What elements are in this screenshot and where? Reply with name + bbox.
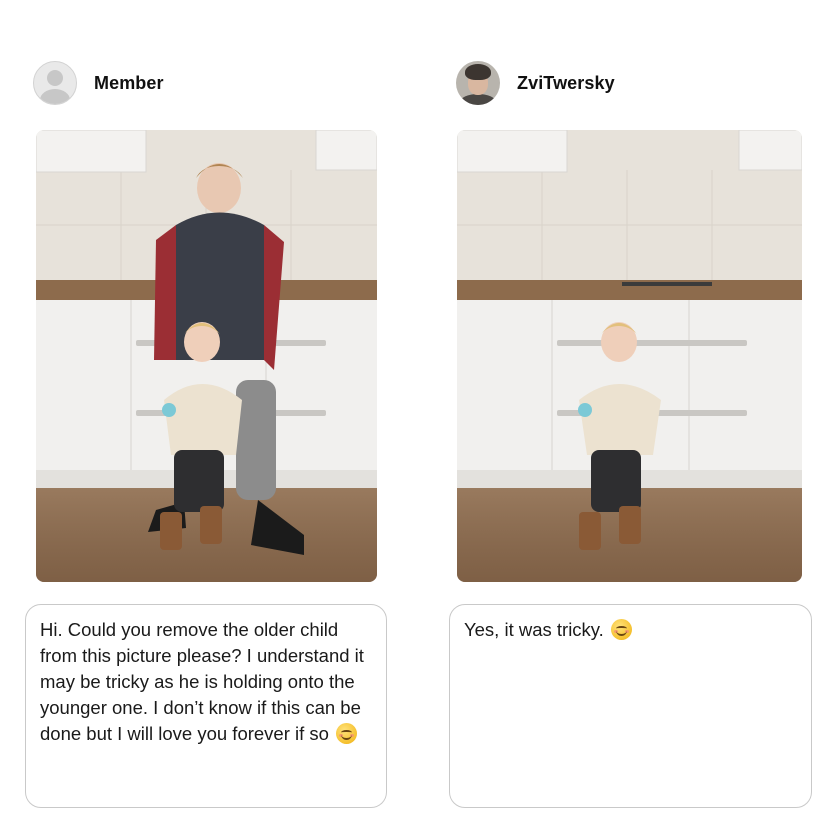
message-text: Yes, it was tricky. xyxy=(464,617,797,643)
kitchen-scene-with-two-children xyxy=(36,130,377,582)
kitchen-scene-with-one-child xyxy=(457,130,802,582)
message-text: Hi. Could you remove the older child fro… xyxy=(40,617,372,747)
request-message-bubble: Hi. Could you remove the older child fro… xyxy=(25,604,387,808)
smiling-face-icon xyxy=(610,619,632,640)
edited-photo[interactable] xyxy=(457,130,802,582)
message-body: Hi. Could you remove the older child fro… xyxy=(40,619,370,744)
zvitwersky-user-header: ZviTwersky xyxy=(456,61,615,105)
username[interactable]: Member xyxy=(94,73,164,94)
default-avatar-icon[interactable] xyxy=(33,61,77,105)
profile-photo-avatar[interactable] xyxy=(456,61,500,105)
username[interactable]: ZviTwersky xyxy=(517,73,615,94)
smiling-face-icon xyxy=(336,723,358,744)
original-photo[interactable] xyxy=(36,130,377,582)
reply-message-bubble: Yes, it was tricky. xyxy=(449,604,812,808)
member-user-header: Member xyxy=(33,61,164,105)
message-body: Yes, it was tricky. xyxy=(464,619,604,640)
right-post: ZviTwersky Yes, it was tricky. xyxy=(420,0,820,836)
left-post: Member Hi. Could you remove the older ch… xyxy=(0,0,400,836)
